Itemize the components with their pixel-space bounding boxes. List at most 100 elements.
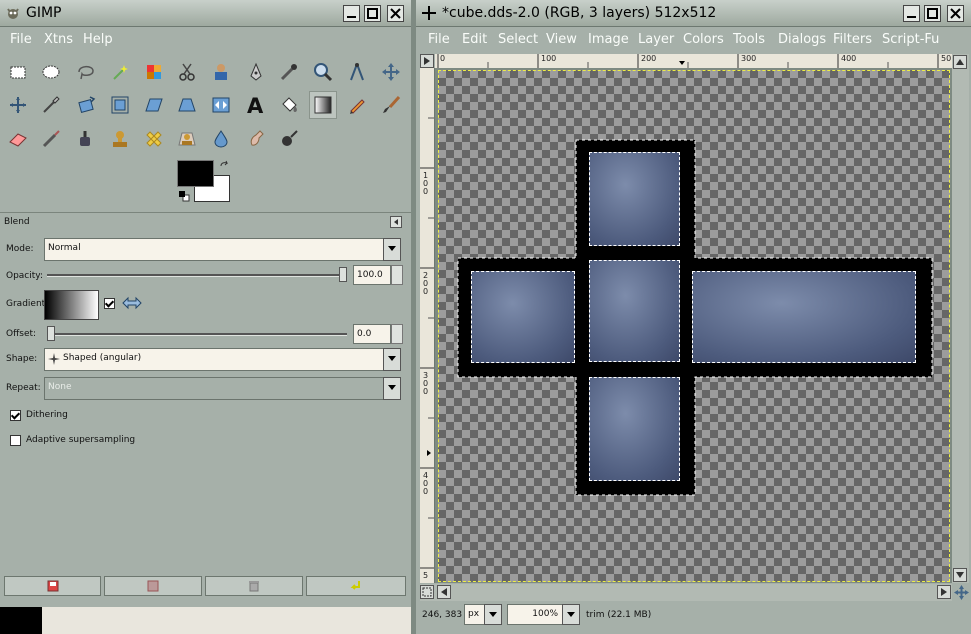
fuzzy-select-tool[interactable] — [106, 58, 134, 86]
img-menu-scriptfu[interactable]: Script-Fu — [882, 32, 939, 47]
menu-help[interactable]: Help — [83, 32, 113, 47]
shape-select[interactable]: Shaped (angular) — [44, 348, 384, 371]
img-menu-filters[interactable]: Filters — [833, 32, 872, 47]
img-menu-view[interactable]: View — [546, 32, 577, 47]
minimize-button[interactable] — [343, 5, 360, 22]
toolbox-titlebar[interactable]: GIMP — [0, 0, 411, 27]
close-icon — [390, 8, 401, 19]
perspective-clone-tool[interactable] — [173, 125, 201, 153]
quick-mask-toggle[interactable] — [420, 585, 434, 599]
foreground-color-swatch[interactable] — [177, 160, 214, 187]
image-titlebar[interactable]: *cube.dds-2.0 (RGB, 3 layers) 512x512 — [416, 0, 971, 27]
close-button[interactable] — [387, 5, 404, 22]
scroll-left-button[interactable] — [437, 585, 451, 599]
paintbrush-tool[interactable] — [377, 91, 405, 119]
opacity-spinner[interactable] — [391, 265, 403, 285]
adaptive-supersampling-checkbox[interactable] — [10, 435, 21, 446]
shear-tool[interactable] — [140, 91, 168, 119]
foreground-select-tool[interactable] — [207, 58, 235, 86]
pencil-tool[interactable] — [343, 91, 371, 119]
horizontal-scrollbar[interactable] — [420, 584, 952, 601]
image-minimize-button[interactable] — [903, 5, 920, 22]
scroll-right-button[interactable] — [937, 585, 951, 599]
repeat-select[interactable]: None — [44, 377, 384, 400]
scale-tool[interactable] — [106, 91, 134, 119]
menu-xtns[interactable]: Xtns — [44, 32, 73, 47]
color-select-tool[interactable] — [140, 58, 168, 86]
menu-file[interactable]: File — [10, 32, 32, 47]
smudge-tool[interactable] — [242, 125, 270, 153]
gradient-reverse-checkbox[interactable] — [104, 298, 115, 309]
ink-tool[interactable] — [72, 125, 100, 153]
rotate-tool[interactable] — [72, 91, 100, 119]
image-maximize-button[interactable] — [924, 5, 941, 22]
scroll-up-button[interactable] — [953, 55, 967, 69]
shape-dropdown-button[interactable] — [383, 348, 401, 371]
dodge-burn-tool[interactable] — [275, 125, 303, 153]
scissors-tool[interactable] — [173, 58, 201, 86]
align-tool[interactable] — [4, 91, 32, 119]
clone-tool[interactable] — [106, 125, 134, 153]
zoom-dropdown-button[interactable] — [562, 604, 580, 625]
vertical-scrollbar[interactable] — [952, 54, 969, 583]
offset-slider-track[interactable] — [47, 333, 347, 336]
img-menu-edit[interactable]: Edit — [462, 32, 487, 47]
reverse-arrows-icon[interactable] — [122, 296, 142, 310]
rect-select-tool[interactable] — [4, 58, 32, 86]
color-picker-tool[interactable] — [275, 58, 303, 86]
delete-options-button[interactable] — [205, 576, 303, 596]
navigate-icon[interactable] — [954, 585, 969, 600]
offset-spinner[interactable] — [391, 324, 403, 344]
text-tool[interactable]: A — [242, 91, 270, 119]
blend-tool[interactable] — [309, 91, 337, 119]
flip-tool[interactable] — [207, 91, 235, 119]
free-select-tool[interactable] — [72, 58, 100, 86]
convolve-tool[interactable] — [207, 125, 235, 153]
gradient-preview-button[interactable] — [44, 290, 99, 320]
taskbar-strip — [0, 607, 411, 634]
options-menu-icon[interactable] — [390, 216, 402, 228]
maximize-button[interactable] — [364, 5, 381, 22]
default-colors-icon[interactable] — [178, 190, 190, 202]
img-menu-tools[interactable]: Tools — [733, 32, 765, 47]
pen-nib-icon — [250, 62, 262, 81]
img-menu-select[interactable]: Select — [498, 32, 538, 47]
heal-tool[interactable] — [140, 125, 168, 153]
restore-options-button[interactable] — [104, 576, 202, 596]
reset-options-button[interactable] — [306, 576, 406, 596]
dithering-checkbox[interactable] — [10, 410, 21, 421]
eraser-tool[interactable] — [4, 125, 32, 153]
scroll-down-button[interactable] — [953, 568, 967, 582]
img-menu-layer[interactable]: Layer — [638, 32, 674, 47]
offset-slider-thumb[interactable] — [47, 326, 55, 341]
perspective-tool[interactable] — [173, 91, 201, 119]
canvas-area[interactable] — [435, 68, 952, 583]
img-menu-image[interactable]: Image — [588, 32, 629, 47]
unit-dropdown-button[interactable] — [484, 604, 502, 625]
bucket-fill-tool[interactable] — [275, 91, 303, 119]
horizontal-ruler[interactable]: 0 100 200 300 400 50 — [435, 54, 952, 69]
img-menu-dialogs[interactable]: Dialogs — [778, 32, 826, 47]
paths-tool[interactable] — [242, 58, 270, 86]
zoom-tool[interactable] — [309, 58, 337, 86]
mode-dropdown-button[interactable] — [383, 238, 401, 261]
image-menu-button[interactable] — [420, 54, 434, 68]
zoom-select[interactable]: 100% — [507, 604, 563, 625]
img-menu-colors[interactable]: Colors — [683, 32, 724, 47]
opacity-slider-thumb[interactable] — [339, 267, 347, 282]
img-menu-file[interactable]: File — [428, 32, 450, 47]
airbrush-tool[interactable] — [37, 125, 65, 153]
crop-tool[interactable] — [37, 91, 65, 119]
move-tool[interactable] — [377, 58, 405, 86]
repeat-dropdown-button[interactable] — [383, 377, 401, 400]
opacity-input[interactable]: 100.0 — [353, 265, 391, 285]
save-options-button[interactable] — [4, 576, 101, 596]
opacity-slider-track[interactable] — [47, 274, 347, 277]
ellipse-select-tool[interactable] — [37, 58, 65, 86]
swap-colors-icon[interactable] — [219, 160, 231, 172]
mode-select[interactable]: Normal — [44, 238, 384, 261]
vertical-ruler[interactable]: 1 0 0 2 0 0 3 0 0 4 0 0 5 — [420, 68, 435, 583]
measure-tool[interactable] — [343, 58, 371, 86]
offset-input[interactable]: 0.0 — [353, 324, 391, 344]
image-close-button[interactable] — [947, 5, 964, 22]
